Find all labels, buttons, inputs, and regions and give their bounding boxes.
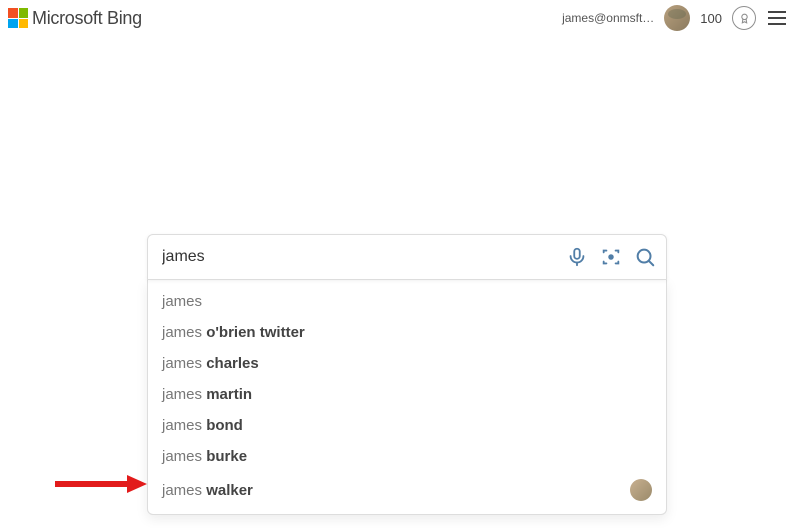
microphone-icon[interactable] [566,246,588,268]
search-actions [566,246,656,268]
search-input[interactable] [162,248,566,266]
microsoft-logo-icon [8,8,28,28]
suggestion-item[interactable]: james burke [148,441,666,472]
search-area: james james o'brien twitter james charles j… [147,234,667,515]
suggestion-item[interactable]: james o'brien twitter [148,317,666,348]
suggestion-text: james charles [162,355,259,372]
suggestions-dropdown: james james o'brien twitter james charles j… [147,280,667,515]
suggestion-text: james burke [162,448,247,465]
suggestion-item[interactable]: james walker [148,472,666,508]
suggestion-item[interactable]: james charles [148,348,666,379]
logo[interactable]: Microsoft Bing [8,8,142,29]
brand-text: Microsoft Bing [32,8,142,29]
suggestion-text: james bond [162,417,243,434]
search-box [147,234,667,280]
suggestion-avatar [630,479,652,501]
avatar[interactable] [664,5,690,31]
suggestion-text: james [162,293,202,310]
rewards-icon[interactable] [732,6,756,30]
suggestion-item[interactable]: james [148,286,666,317]
rewards-points[interactable]: 100 [700,11,722,26]
suggestion-text: james o'brien twitter [162,324,305,341]
search-icon[interactable] [634,246,656,268]
suggestion-item[interactable]: james bond [148,410,666,441]
user-email[interactable]: james@onmsft… [562,11,654,25]
header-right: james@onmsft… 100 [562,5,788,31]
suggestion-item[interactable]: james martin [148,379,666,410]
annotation-arrow [55,476,150,492]
header: Microsoft Bing james@onmsft… 100 [0,0,800,36]
camera-search-icon[interactable] [600,246,622,268]
suggestion-text: james walker [162,482,253,499]
hamburger-menu-icon[interactable] [766,7,788,29]
suggestion-text: james martin [162,386,252,403]
